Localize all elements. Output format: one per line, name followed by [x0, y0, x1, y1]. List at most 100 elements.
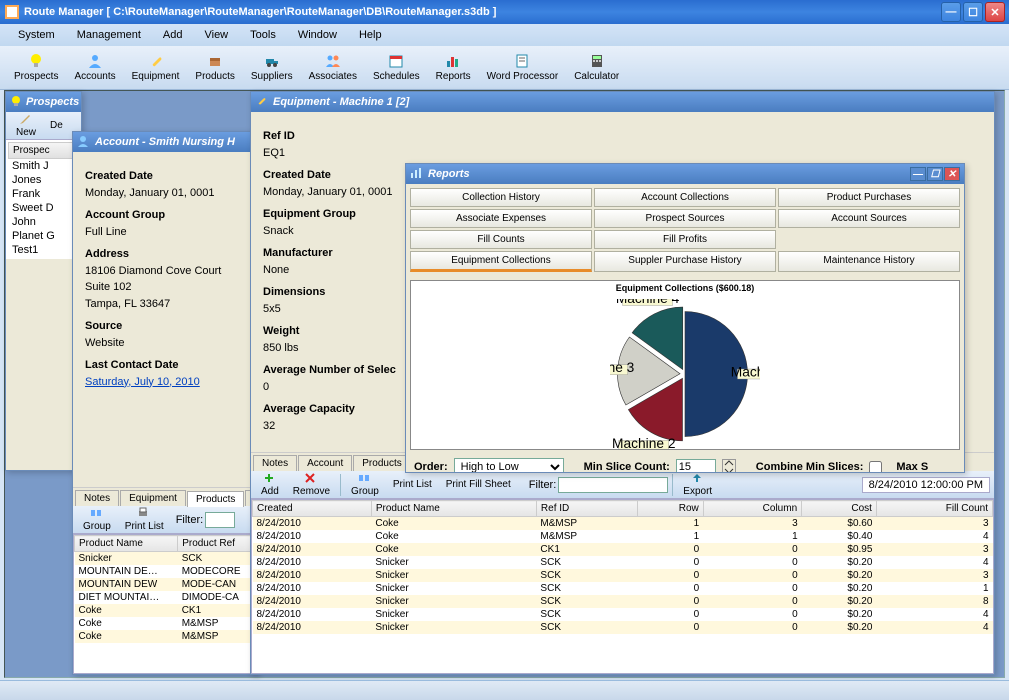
toolbar-products-button[interactable]: Products [187, 51, 242, 84]
account-group-button[interactable]: Group [77, 506, 117, 533]
field-value: Suite 102 [85, 279, 245, 296]
account-printlist-button[interactable]: Print List [119, 506, 170, 533]
reports-titlebar[interactable]: Reports — ☐ ✕ [406, 164, 964, 184]
equipment-printlist-button[interactable]: Print List [387, 478, 438, 491]
order-select[interactable]: High to Low [454, 458, 564, 472]
prospect-row[interactable]: Test1 [8, 243, 79, 257]
prospects-titlebar[interactable]: Prospects [6, 92, 81, 112]
report-account-collections-button[interactable]: Account Collections [594, 188, 776, 207]
report-equipment-collections-button[interactable]: Equipment Collections [410, 251, 592, 272]
col-header[interactable]: Product Ref [178, 536, 256, 552]
table-row[interactable]: 8/24/2010CokeM&MSP11$0.404 [253, 530, 993, 543]
menu-add[interactable]: Add [153, 27, 193, 43]
col-header[interactable]: Product Name [371, 501, 536, 517]
menu-management[interactable]: Management [67, 27, 151, 43]
toolbar-calculator-button[interactable]: Calculator [566, 51, 627, 84]
spinner-icon[interactable] [722, 459, 736, 472]
mdi-area: Prospects New De Prospec Smith JJonesFra… [4, 90, 1005, 678]
table-row[interactable]: 8/24/2010SnickerSCK00$0.204 [253, 621, 993, 634]
close-button[interactable]: ✕ [985, 2, 1005, 22]
col-header[interactable]: Column [703, 501, 801, 517]
combine-checkbox[interactable] [869, 461, 882, 473]
table-row[interactable]: MOUNTAIN DE…MODECORE [75, 565, 256, 578]
reports-minimize-button[interactable]: — [910, 167, 926, 181]
chart-icon [410, 167, 424, 181]
equipment-printfill-button[interactable]: Print Fill Sheet [440, 478, 517, 491]
prospect-row[interactable]: John [8, 215, 79, 229]
tab-equipment[interactable]: Equipment [120, 490, 186, 506]
prospects-delete-button[interactable]: De [44, 119, 69, 132]
table-row[interactable]: SnickerSCK [75, 552, 256, 566]
field-value: 32 [263, 418, 399, 435]
report-fill-counts-button[interactable]: Fill Counts [410, 230, 592, 249]
minimize-button[interactable]: — [941, 2, 961, 22]
prospect-row[interactable]: Jones [8, 173, 79, 187]
table-row[interactable]: 8/24/2010SnickerSCK00$0.201 [253, 582, 993, 595]
prospect-row[interactable]: Sweet D [8, 201, 79, 215]
prospect-row[interactable]: Smith J [8, 159, 79, 173]
menu-tools[interactable]: Tools [240, 27, 286, 43]
reports-maximize-button[interactable]: ☐ [927, 167, 943, 181]
table-row[interactable]: 8/24/2010SnickerSCK00$0.204 [253, 608, 993, 621]
reports-close-button[interactable]: ✕ [944, 167, 960, 181]
table-row[interactable]: DIET MOUNTAI…DIMODE-CA [75, 591, 256, 604]
toolbar-equipment-button[interactable]: Equipment [124, 51, 188, 84]
report-product-purchases-button[interactable]: Product Purchases [778, 188, 960, 207]
min-slice-input[interactable] [676, 459, 716, 472]
table-row[interactable]: MOUNTAIN DEWMODE-CAN [75, 578, 256, 591]
table-row[interactable]: 8/24/2010SnickerSCK00$0.204 [253, 556, 993, 569]
toolbar-accounts-button[interactable]: Accounts [66, 51, 123, 84]
account-titlebar[interactable]: Account - Smith Nursing H [73, 132, 257, 152]
report-collection-history-button[interactable]: Collection History [410, 188, 592, 207]
toolbar-word-processor-button[interactable]: Word Processor [479, 51, 567, 84]
tab-account[interactable]: Account [298, 455, 352, 471]
maximize-button[interactable]: ☐ [963, 2, 983, 22]
report-maintenance-history-button[interactable]: Maintenance History [778, 251, 960, 272]
menu-help[interactable]: Help [349, 27, 392, 43]
equipment-titlebar[interactable]: Equipment - Machine 1 [2] [251, 92, 994, 112]
field-value-link[interactable]: Saturday, July 10, 2010 [85, 376, 200, 388]
account-filter-input[interactable] [205, 512, 235, 528]
tab-notes[interactable]: Notes [253, 455, 297, 471]
report-prospect-sources-button[interactable]: Prospect Sources [594, 209, 776, 228]
prospects-header[interactable]: Prospec [8, 142, 79, 159]
report-fill-profits-button[interactable]: Fill Profits [594, 230, 776, 249]
table-row[interactable]: 8/24/2010SnickerSCK00$0.203 [253, 569, 993, 582]
tab-notes[interactable]: Notes [75, 490, 119, 506]
tab-products[interactable]: Products [187, 491, 244, 507]
toolbar-suppliers-button[interactable]: Suppliers [243, 51, 301, 84]
col-header[interactable]: Ref ID [536, 501, 637, 517]
report-suppler-purchase-history-button[interactable]: Suppler Purchase History [594, 251, 776, 272]
prospect-row[interactable]: Planet G [8, 229, 79, 243]
col-header[interactable]: Product Name [75, 536, 178, 552]
report-account-sources-button[interactable]: Account Sources [778, 209, 960, 228]
table-row[interactable]: CokeCK1 [75, 604, 256, 617]
toolbar-reports-button[interactable]: Reports [428, 51, 479, 84]
table-row[interactable]: 8/24/2010SnickerSCK00$0.208 [253, 595, 993, 608]
col-header[interactable]: Fill Count [876, 501, 992, 517]
toolbar-prospects-button[interactable]: Prospects [6, 51, 66, 84]
col-header[interactable]: Row [638, 501, 704, 517]
prospect-row[interactable]: Frank [8, 187, 79, 201]
prospects-new-button[interactable]: New [10, 112, 42, 139]
equipment-add-button[interactable]: Add [255, 471, 285, 498]
order-label: Order: [414, 461, 448, 472]
menu-window[interactable]: Window [288, 27, 347, 43]
menu-view[interactable]: View [194, 27, 238, 43]
col-header[interactable]: Cost [802, 501, 877, 517]
tab-products[interactable]: Products [353, 455, 410, 471]
menu-system[interactable]: System [8, 27, 65, 43]
equipment-export-button[interactable]: Export [677, 471, 718, 498]
table-row[interactable]: CokeM&MSP [75, 617, 256, 630]
table-row[interactable]: 8/24/2010CokeCK100$0.953 [253, 543, 993, 556]
table-row[interactable]: 8/24/2010CokeM&MSP13$0.603 [253, 517, 993, 531]
toolbar-associates-button[interactable]: Associates [301, 51, 365, 84]
col-header[interactable]: Created [253, 501, 372, 517]
toolbar-schedules-button[interactable]: Schedules [365, 51, 428, 84]
table-row[interactable]: CokeM&MSP [75, 630, 256, 643]
report-buttons-grid: Collection HistoryAccount CollectionsPro… [406, 184, 964, 276]
equipment-filter-input[interactable] [558, 477, 668, 493]
equipment-group-button[interactable]: Group [345, 471, 385, 498]
equipment-remove-button[interactable]: Remove [287, 471, 336, 498]
report-associate-expenses-button[interactable]: Associate Expenses [410, 209, 592, 228]
